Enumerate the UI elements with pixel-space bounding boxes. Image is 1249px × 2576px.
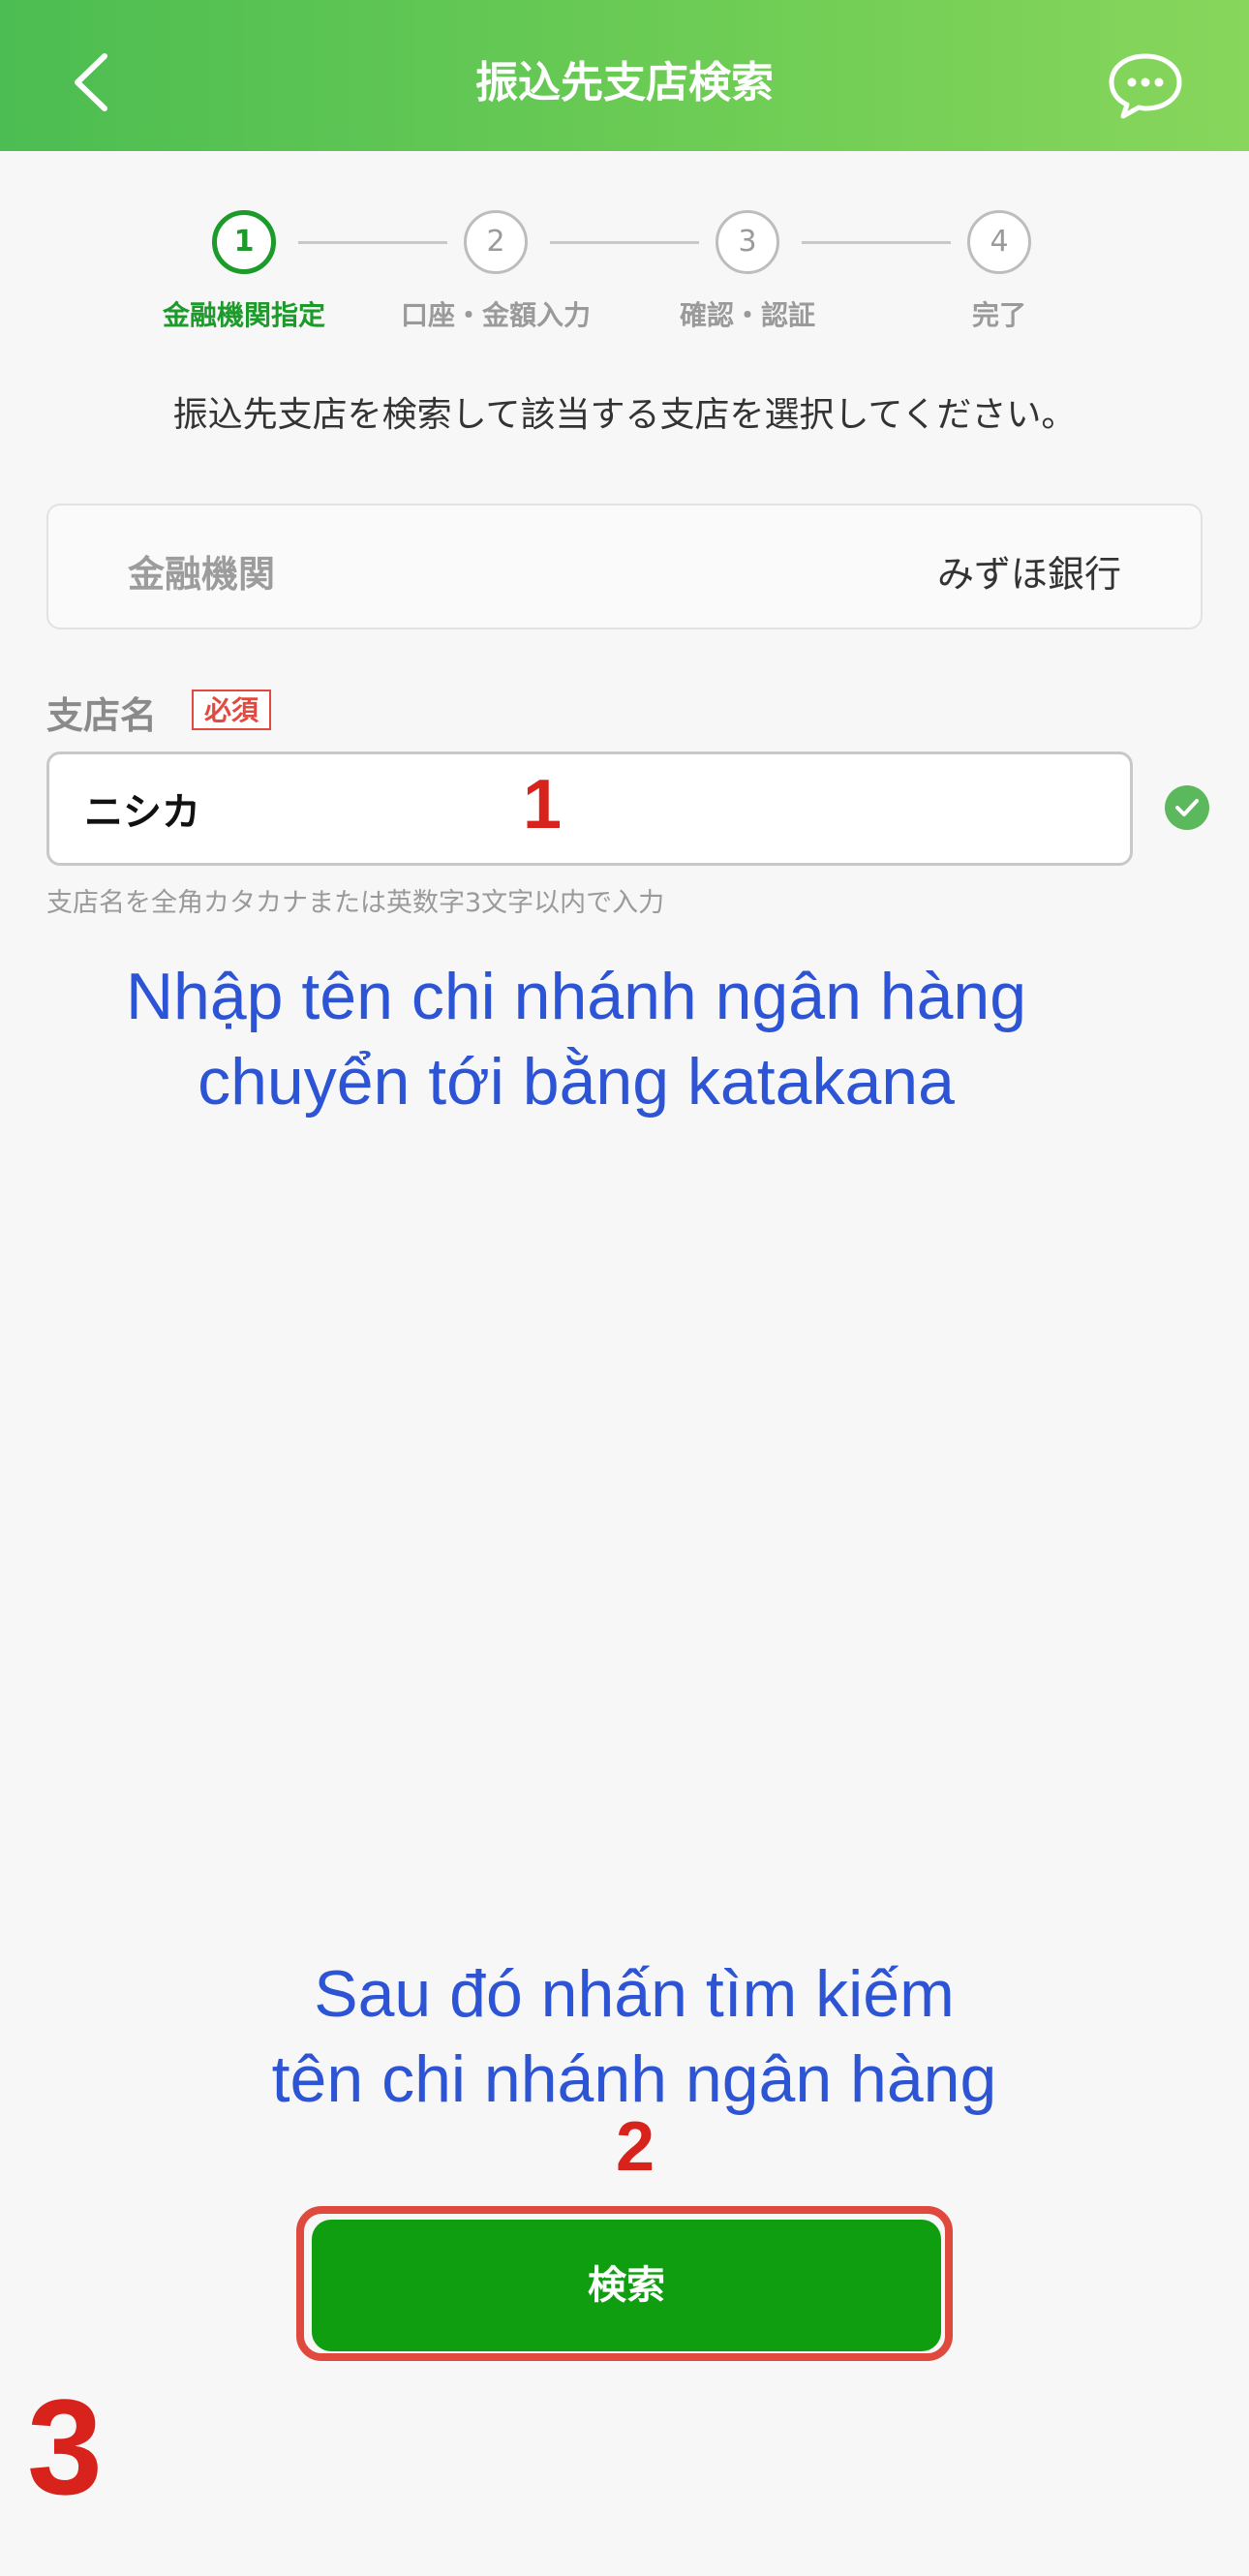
step-3-label: 確認・認証 [679, 299, 815, 331]
bank-value: みずほ銀行 [936, 553, 1121, 596]
step-3-indicator: 3 [716, 210, 779, 274]
annotation-step2-text: Sau đó nhấn tìm kiếm tên chi nhánh ngân … [0, 1951, 1249, 2122]
branch-name-input[interactable] [46, 751, 1133, 866]
annotation-number-3: 3 [27, 2371, 103, 2523]
page-title: 振込先支店検索 [475, 58, 774, 107]
search-button[interactable]: 検索 [312, 2220, 941, 2351]
step-connector [298, 241, 447, 244]
annotation-number-2: 2 [616, 2108, 655, 2186]
step-connector [550, 241, 699, 244]
step-4-indicator: 4 [967, 210, 1031, 274]
progress-stepper [0, 151, 1249, 374]
annotation-step1-line1: Nhập tên chi nhánh ngân hàng [125, 960, 1027, 1033]
chat-bubble-icon[interactable] [1106, 50, 1185, 120]
branch-field-label: 支店名 [46, 694, 158, 737]
annotation-step2-line1: Sau đó nhấn tìm kiếm [314, 1957, 955, 2031]
step-2-indicator: 2 [464, 210, 528, 274]
step-4-label: 完了 [971, 299, 1026, 331]
check-circle-icon [1165, 785, 1209, 830]
step-1-indicator: 1 [212, 210, 276, 274]
bank-label: 金融機関 [128, 553, 276, 596]
branch-field-hint: 支店名を全角カタカナまたは英数字3文字以内で入力 [46, 888, 665, 918]
step-connector [802, 241, 951, 244]
bank-info-row: 金融機関 みずほ銀行 [46, 504, 1203, 629]
annotation-number-1: 1 [523, 766, 563, 843]
annotation-step1-line2: chuyển tới bằng katakana [198, 1045, 955, 1119]
header-bar: 振込先支店検索 [0, 0, 1249, 151]
step-1-label: 金融機関指定 [162, 299, 325, 331]
step-2-label: 口座・金額入力 [400, 299, 591, 331]
annotation-step1-text: Nhập tên chi nhánh ngân hàng chuyển tới … [0, 954, 1152, 1124]
instruction-text: 振込先支店を検索して該当する支店を選択してください。 [172, 395, 1077, 435]
required-badge: 必須 [192, 690, 271, 730]
